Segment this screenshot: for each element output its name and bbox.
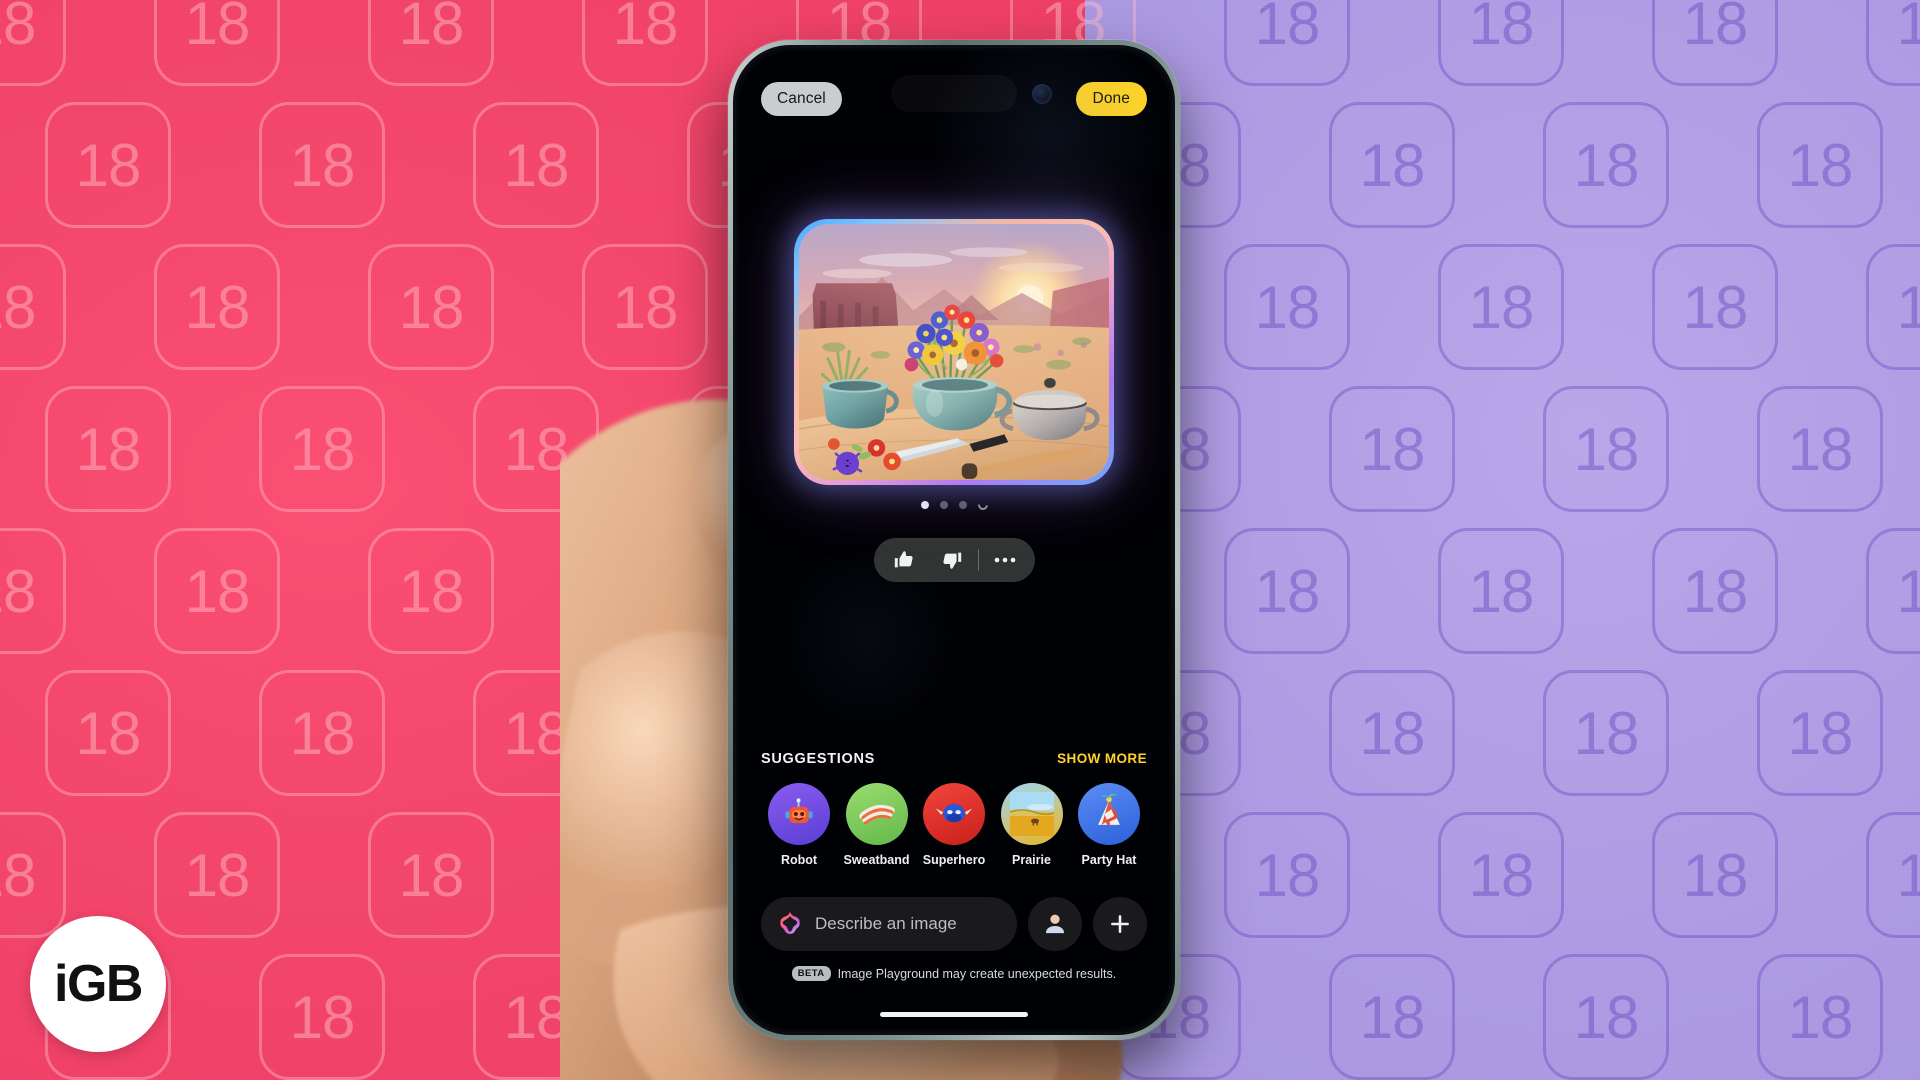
suggestion-label: Prairie [1012, 853, 1051, 867]
person-button[interactable] [1028, 897, 1082, 951]
suggestion-item-sweatband[interactable]: Sweatband [839, 783, 915, 867]
done-button[interactable]: Done [1075, 82, 1147, 116]
generated-image-artwork [799, 224, 1109, 480]
page-dot-1[interactable] [920, 501, 929, 509]
disclaimer-row: BETA Image Playground may create unexpec… [739, 966, 1169, 981]
prairie-icon [1000, 783, 1063, 845]
page-dot-2[interactable] [939, 501, 948, 509]
prompt-input[interactable]: Describe an image [761, 897, 1017, 951]
page-dot-loading [975, 497, 990, 513]
iphone-device: Cancel Done SUGGESTIONS SHOW MORE Robot … [728, 40, 1180, 1040]
party-hat-icon [1078, 783, 1140, 845]
feedback-bar [873, 538, 1035, 582]
phone-bezel: Cancel Done SUGGESTIONS SHOW MORE Robot … [733, 45, 1175, 1035]
generated-image-glow [794, 219, 1114, 485]
prompt-placeholder-text: Describe an image [815, 914, 957, 933]
image-preview-stage [739, 219, 1169, 582]
beta-badge: BETA [791, 966, 831, 981]
disclaimer-text: Image Playground may create unexpected r… [837, 966, 1117, 981]
show-more-button[interactable]: SHOW MORE [1057, 751, 1147, 766]
generated-image[interactable] [799, 224, 1109, 480]
person-icon [1045, 914, 1065, 934]
cancel-button[interactable]: Cancel [761, 82, 842, 116]
suggestion-item-prairie[interactable]: Prairie [994, 783, 1070, 867]
thumbs-up-button[interactable] [880, 540, 928, 580]
suggestion-label: Sweatband [843, 853, 910, 867]
page-dot-3[interactable] [958, 501, 967, 509]
superhero-icon [923, 783, 985, 845]
igb-logo: iGB [30, 916, 166, 1052]
sweatband-icon [845, 783, 908, 845]
suggestions-title: SUGGESTIONS [761, 751, 876, 767]
phone-screen: Cancel Done SUGGESTIONS SHOW MORE Robot … [739, 51, 1169, 1029]
screenshot-scene: 1818181818181818181818181818181818181818… [0, 0, 1920, 1080]
suggestion-label: Robot [780, 853, 818, 867]
robot-icon [768, 783, 830, 845]
suggestion-item-robot[interactable]: Robot [761, 783, 837, 867]
ellipsis-icon [994, 557, 1015, 563]
page-dots[interactable] [920, 497, 990, 513]
suggestion-label: Party Hat [1081, 853, 1137, 867]
thumbs-down-icon [942, 552, 961, 569]
suggestion-list: Robot Sweatband Superhero Prairie Party … [761, 783, 1147, 867]
thumbs-up-icon [894, 551, 913, 568]
suggestions-section: SUGGESTIONS SHOW MORE Robot Sweatband Su… [739, 751, 1169, 867]
app-top-bar: Cancel Done [739, 79, 1169, 119]
suggestions-header: SUGGESTIONS SHOW MORE [761, 751, 1147, 767]
suggestion-item-superhero[interactable]: Superhero [916, 783, 992, 867]
feedback-divider [977, 549, 979, 571]
igb-logo-text: iGB [54, 955, 143, 1013]
prompt-row: Describe an image [739, 897, 1169, 951]
apple-intelligence-icon [780, 912, 800, 934]
plus-icon [1111, 915, 1129, 933]
suggestion-item-party-hat[interactable]: Party Hat [1071, 783, 1147, 867]
background-right-purple [1084, 0, 1920, 1080]
more-options-button[interactable] [981, 540, 1029, 580]
add-button[interactable] [1093, 897, 1147, 951]
thumbs-down-button[interactable] [928, 540, 976, 580]
suggestion-label: Superhero [922, 853, 986, 867]
home-indicator[interactable] [880, 1012, 1028, 1017]
